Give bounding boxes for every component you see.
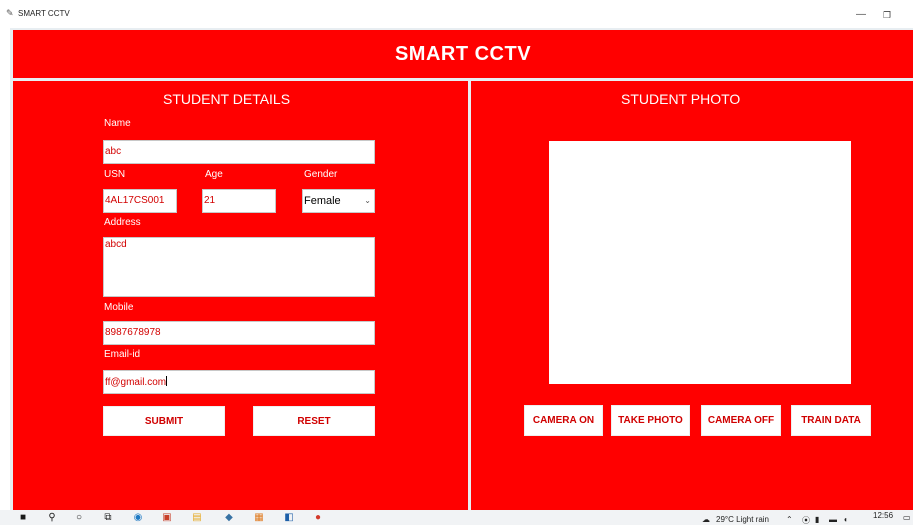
tray-chevron-icon[interactable]: ⌃ [786, 515, 793, 524]
app-title: SMART CCTV [394, 43, 532, 65]
gender-label: Gender [304, 169, 338, 180]
submit-button[interactable]: SUBMIT [103, 406, 225, 436]
vscode-icon[interactable]: ◧ [284, 513, 294, 523]
take-photo-button[interactable]: TAKE PHOTO [611, 405, 690, 436]
cortana-icon[interactable]: ○ [74, 513, 84, 523]
address-label: Address [104, 217, 141, 228]
task-view-icon[interactable]: ⧉ [103, 513, 113, 523]
reset-button[interactable]: RESET [253, 406, 375, 436]
camera-on-button[interactable]: CAMERA ON [524, 405, 603, 436]
file-explorer-icon[interactable]: ▤ [192, 513, 202, 523]
usn-input[interactable]: 4AL17CS001 [103, 189, 177, 213]
weather-status[interactable]: 29°C Light rain [716, 515, 769, 524]
mobile-input[interactable]: 8987678978 [103, 321, 375, 345]
train-data-button[interactable]: TRAIN DATA [791, 405, 871, 436]
email-label: Email-id [104, 349, 141, 360]
age-input[interactable]: 21 [202, 189, 276, 213]
photo-preview [549, 141, 851, 384]
camera-off-button[interactable]: CAMERA OFF [701, 405, 781, 436]
volume-icon[interactable]: ◖ [843, 515, 848, 524]
network-icon[interactable]: ⦿ [802, 515, 810, 525]
address-textarea[interactable]: abcd [103, 237, 375, 297]
clock-time[interactable]: 12:56 [873, 511, 893, 520]
name-label: Name [104, 118, 131, 129]
email-input[interactable]: ff@gmail.com [103, 370, 375, 394]
gender-select-value: Female [304, 195, 341, 207]
search-icon[interactable]: ⚲ [47, 513, 57, 523]
student-photo-panel: STUDENT PHOTO CAMERA ON TAKE PHOTO CAMER… [471, 81, 913, 510]
taskbar: ■ ⚲ ○ ⧉ ◉ ▣ ▤ ◆ ▦ ◧ ● ☁ 29°C Light rain … [0, 510, 913, 525]
window-title: SMART CCTV [18, 9, 70, 18]
gender-select[interactable]: Female ⌄ [302, 189, 375, 213]
restore-button[interactable]: ❐ [883, 10, 891, 20]
student-details-title: STUDENT DETAILS [163, 91, 291, 107]
mobile-label: Mobile [104, 302, 134, 313]
microphone-icon[interactable]: ▮ [815, 515, 819, 524]
feather-icon: ✎ [6, 8, 14, 18]
window-titlebar: ✎ SMART CCTV — ❐ [0, 0, 913, 26]
windows-start-icon[interactable]: ■ [18, 513, 28, 523]
usn-label: USN [104, 169, 126, 180]
chrome-icon[interactable]: ● [313, 513, 323, 523]
powerpoint-icon[interactable]: ▣ [162, 513, 172, 523]
notifications-icon[interactable]: ▭ [903, 513, 911, 522]
student-details-panel: STUDENT DETAILS Name abc USN Age Gender … [13, 81, 468, 510]
minimize-button[interactable]: — [856, 10, 866, 20]
student-photo-title: STUDENT PHOTO [621, 91, 741, 107]
app-header: SMART CCTV [13, 30, 913, 78]
python-icon[interactable]: ◆ [224, 513, 234, 523]
battery-icon[interactable]: ▬ [829, 515, 837, 524]
age-label: Age [205, 169, 223, 180]
app-icon[interactable]: ▦ [254, 513, 264, 523]
weather-icon: ☁ [702, 515, 710, 524]
edge-icon[interactable]: ◉ [133, 513, 143, 523]
name-input[interactable]: abc [103, 140, 375, 164]
chevron-down-icon: ⌄ [364, 196, 371, 205]
